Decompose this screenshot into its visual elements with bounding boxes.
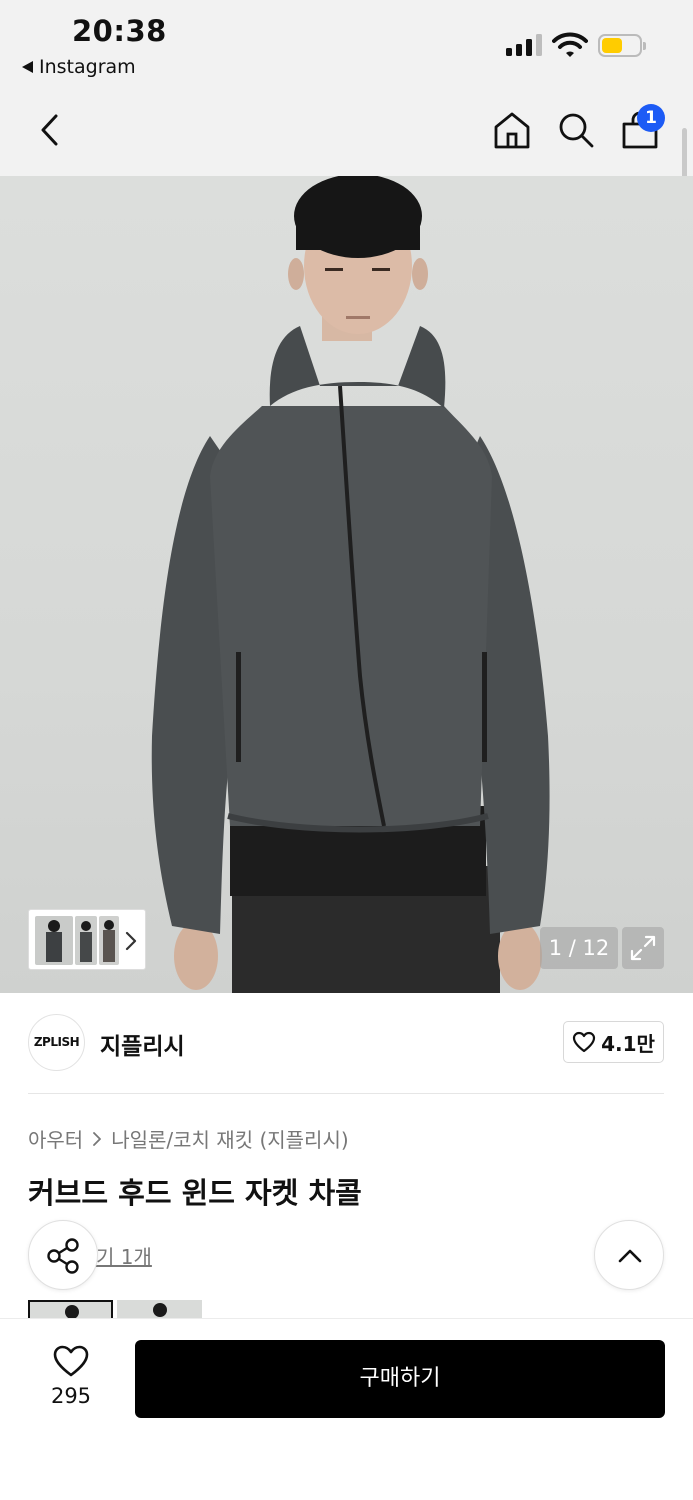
model-jacket-illustration [151, 176, 550, 993]
brand-name[interactable]: 지플리시 [100, 1027, 185, 1061]
share-button[interactable] [28, 1220, 98, 1290]
back-triangle-icon [22, 61, 33, 73]
status-bar: 20:38 Instagram [0, 0, 693, 90]
heart-icon [572, 1031, 596, 1053]
cart-count-badge: 1 [637, 104, 665, 132]
status-time: 20:38 [72, 14, 167, 48]
wishlist-count: 295 [50, 1384, 92, 1408]
back-arrow-icon[interactable] [36, 112, 64, 148]
wishlist-button[interactable]: 295 [36, 1344, 106, 1408]
chevron-right-icon [125, 931, 137, 951]
brand-like-count: 4.1만 [601, 1031, 655, 1056]
color-swatch[interactable] [117, 1300, 202, 1318]
signal-icon [506, 34, 542, 56]
search-icon[interactable] [556, 110, 596, 150]
breadcrumb-level1[interactable]: 아우터 [28, 1124, 83, 1153]
review-link[interactable]: 기 1개 [96, 1241, 152, 1270]
product-title: 커브드 후드 윈드 자켓 차콜 [28, 1176, 362, 1210]
brand-like-button[interactable]: 4.1만 [563, 1021, 664, 1063]
chevron-up-icon [618, 1249, 642, 1263]
buy-button[interactable]: 구매하기 [135, 1340, 665, 1418]
product-image[interactable]: 1 / 12 [0, 176, 693, 993]
breadcrumb-level2[interactable]: 나일론/코치 재킷 (지플리시) [111, 1124, 348, 1153]
back-to-app-link[interactable]: Instagram [22, 56, 136, 78]
back-app-label: Instagram [39, 56, 136, 78]
gallery-counter: 1 / 12 [540, 927, 618, 969]
breadcrumb-chevron-icon [93, 1131, 102, 1146]
heart-icon [53, 1345, 89, 1377]
wifi-icon [552, 32, 588, 57]
gallery-thumbnails[interactable] [28, 909, 146, 970]
battery-icon [598, 34, 646, 57]
breadcrumb: 아우터 나일론/코치 재킷 (지플리시) [28, 1124, 349, 1153]
scroll-to-top-button[interactable] [594, 1220, 664, 1290]
color-swatch-selected[interactable] [28, 1300, 113, 1318]
home-icon[interactable] [492, 110, 532, 150]
share-icon [47, 1238, 79, 1274]
fullscreen-button[interactable] [622, 927, 664, 969]
divider [28, 1093, 664, 1094]
expand-icon [630, 935, 656, 961]
brand-logo[interactable]: ZPLISH [28, 1014, 85, 1071]
